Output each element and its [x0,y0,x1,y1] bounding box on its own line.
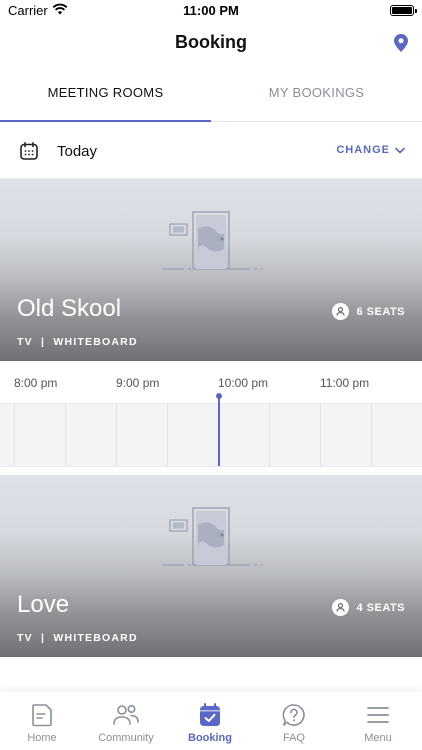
room-card[interactable]: Old Skool TV | WHITEBOARD 6 SEATS [0,179,422,361]
calendar-icon [20,142,38,160]
tab-my-bookings[interactable]: MY BOOKINGS [211,72,422,122]
segment-tabs: MEETING ROOMS MY BOOKINGS [0,72,422,122]
time-label: 8:00 pm [14,376,58,390]
tab-bar-label: Booking [188,732,232,744]
grid-line [371,404,372,466]
time-label: 11:00 pm [320,376,370,390]
room-amenities: TV | WHITEBOARD [17,336,138,348]
tab-bar-label: FAQ [282,732,305,744]
timeline-grid[interactable] [0,403,422,467]
room-amenities-text: TV | WHITEBOARD [17,336,138,348]
battery-icon [390,5,417,16]
seat-count: 6 SEATS [332,303,405,320]
change-date-button[interactable]: CHANGE [336,144,405,156]
time-labels: 8:00 pm 9:00 pm 10:00 pm 11:00 pm [0,376,422,392]
page-title: Booking [175,32,247,52]
time-label: 9:00 pm [116,376,160,390]
seat-count: 4 SEATS [332,599,405,616]
room-door-illustration [162,507,262,566]
current-time-indicator [218,396,220,466]
tab-bar-label: Community [98,732,154,744]
active-tab-indicator [0,120,211,122]
home-icon [32,704,52,727]
room-amenities: TV | WHITEBOARD [17,632,138,644]
faq-icon [282,704,305,726]
room-name: Love [17,591,70,618]
change-date-label: CHANGE [336,144,390,156]
person-icon [332,599,350,616]
room-door-illustration [162,211,262,270]
seat-count-label: 6 SEATS [356,305,405,318]
room-list: Old Skool TV | WHITEBOARD 6 SEATS 8:00 p… [0,179,422,692]
grid-line [320,404,321,466]
status-time: 11:00 PM [183,3,239,18]
tab-bar-faq[interactable]: FAQ [252,692,336,750]
tab-meeting-rooms[interactable]: MEETING ROOMS [0,72,211,122]
location-pin-icon[interactable] [394,34,408,52]
seat-count-label: 4 SEATS [356,601,405,614]
tab-bar-label: Home [27,732,57,744]
tab-bar-menu[interactable]: Menu [336,692,420,750]
availability-timeline[interactable]: 8:00 pm 9:00 pm 10:00 pm 11:00 pm [0,361,422,475]
booking-icon [200,703,220,726]
community-icon [113,704,139,725]
current-time-dot [216,393,222,399]
time-label: 10:00 pm [218,376,269,390]
grid-line [14,404,15,466]
room-amenities-text: TV | WHITEBOARD [17,632,138,644]
tab-bar-community[interactable]: Community [84,692,168,750]
selected-date-label: Today [57,143,98,160]
person-icon [332,303,350,320]
grid-line [269,404,270,466]
tab-bar-booking[interactable]: Booking [168,692,252,750]
grid-line [65,404,66,466]
room-card[interactable]: Love TV | WHITEBOARD 4 SEATS [0,475,422,657]
status-bar: Carrier 11:00 PM [0,0,422,22]
tab-bar-label: Menu [364,732,392,744]
menu-icon [367,707,389,723]
chevron-down-icon [395,147,405,153]
tab-bar-home[interactable]: Home [0,692,84,750]
room-name: Old Skool [17,295,122,322]
grid-line [167,404,168,466]
bottom-tab-bar: Home Community Booking FAQ Menu [0,692,422,750]
date-selector-row: Today CHANGE [0,123,422,179]
grid-line [116,404,117,466]
